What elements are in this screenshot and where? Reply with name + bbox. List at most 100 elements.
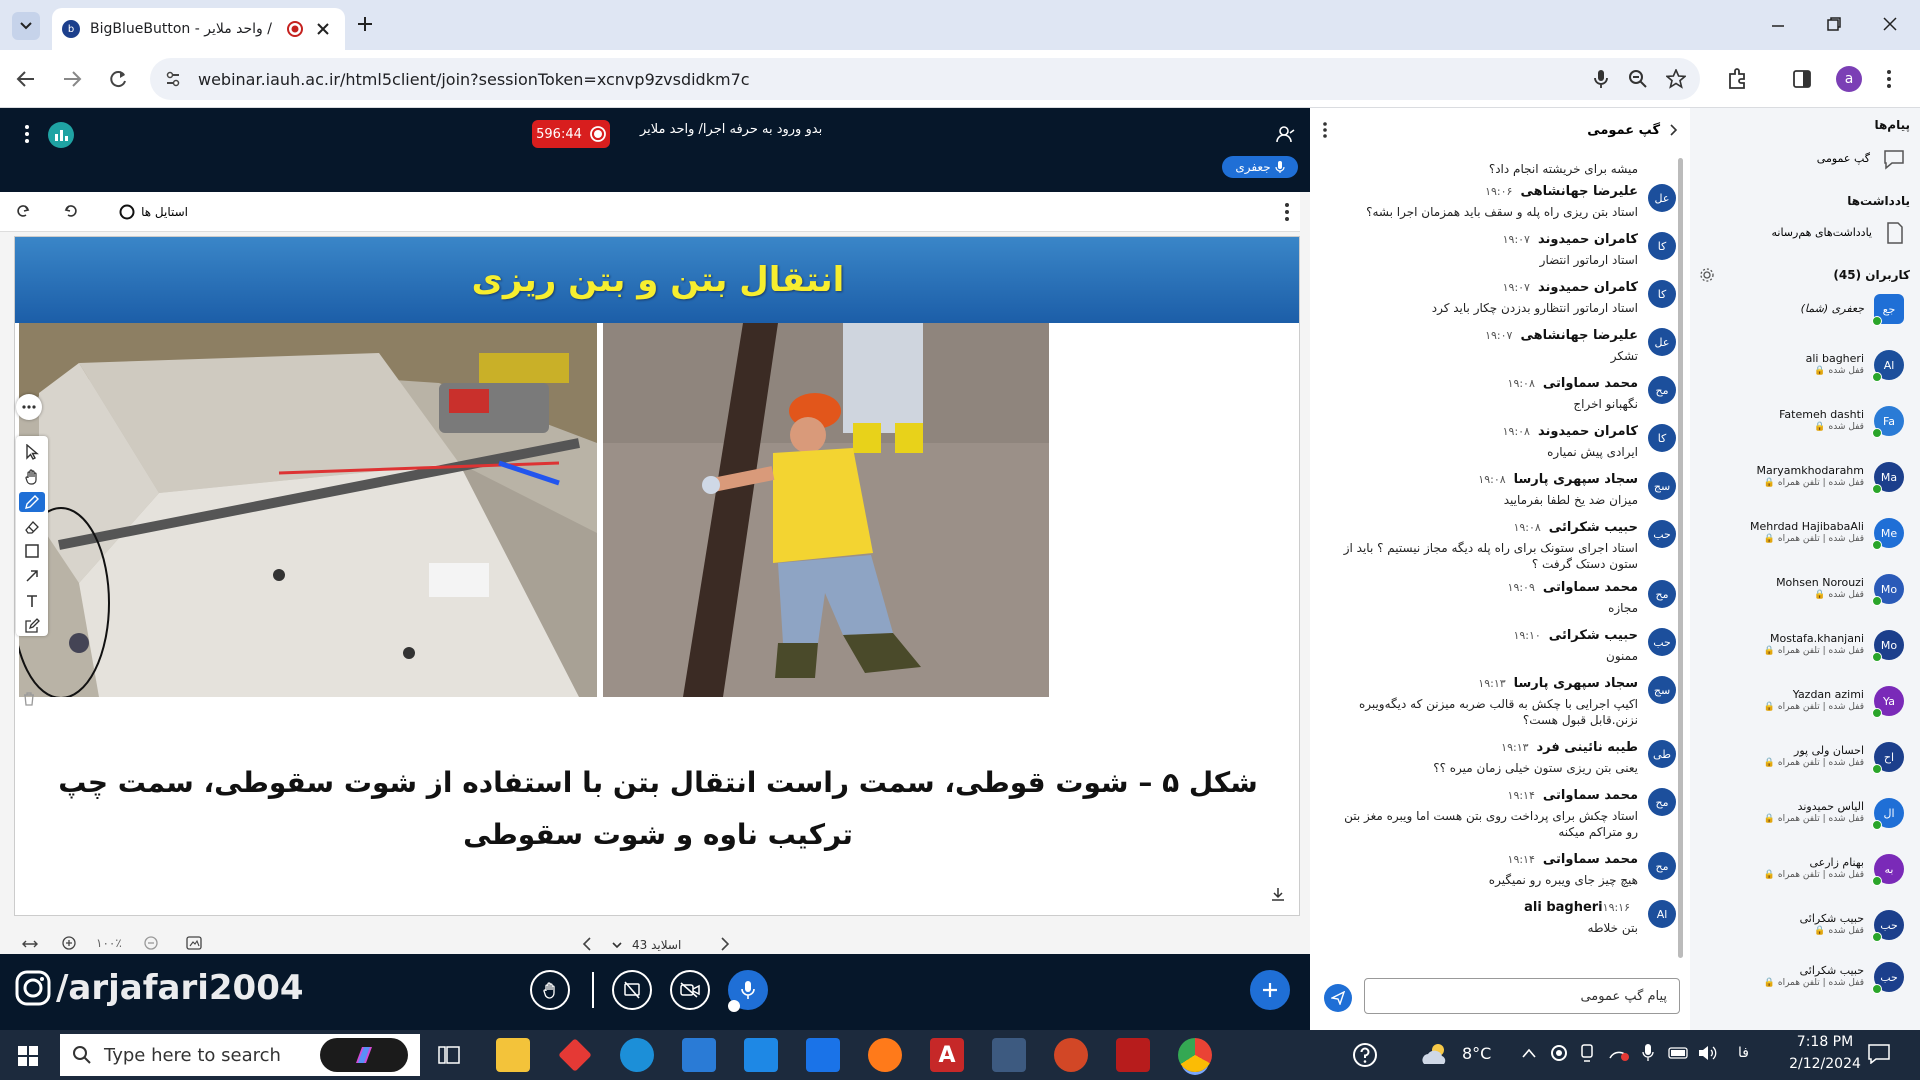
raise-hand-button[interactable] xyxy=(530,970,570,1010)
dropbox-icon[interactable] xyxy=(806,1038,840,1072)
slide[interactable]: انتقال بتن و بتن ریزی شکل ۵ – شوت قوطی، … xyxy=(14,236,1300,916)
reload-icon[interactable] xyxy=(108,69,128,89)
user-list-item[interactable]: Mo Mostafa.khanjani قفل شده | تلفن همراه 🔒 xyxy=(1690,630,1920,676)
user-list-item[interactable]: Ya Yazdan azimi قفل شده | تلفن همراه 🔒 xyxy=(1690,686,1920,732)
firefox-icon[interactable] xyxy=(868,1038,902,1072)
clock-time[interactable]: 7:18 PM xyxy=(1780,1034,1870,1050)
battery-icon[interactable] xyxy=(1668,1047,1690,1059)
bookmark-star-icon[interactable] xyxy=(1666,69,1686,89)
file-explorer-icon[interactable] xyxy=(496,1038,530,1072)
prev-slide-icon[interactable] xyxy=(582,937,592,951)
audio-settings-dot[interactable] xyxy=(728,1000,740,1012)
volume-icon[interactable] xyxy=(1698,1045,1718,1061)
acrobat-icon[interactable] xyxy=(1116,1038,1150,1072)
browser-tab[interactable]: b BigBlueButton - واحد ملایر / xyxy=(52,8,345,50)
extensions-icon[interactable] xyxy=(1726,68,1748,90)
mic-tray-icon[interactable] xyxy=(1642,1044,1654,1062)
zoom-out-icon[interactable] xyxy=(144,936,158,950)
user-list-item[interactable]: به بهنام زارعی قفل شده | تلفن همراه 🔒 xyxy=(1690,854,1920,900)
calculator-icon[interactable] xyxy=(992,1038,1026,1072)
webcam-tray-icon[interactable] xyxy=(1580,1044,1594,1062)
presentation-menu-icon[interactable] xyxy=(1284,202,1290,222)
undo-icon[interactable] xyxy=(64,204,78,218)
edge-icon[interactable] xyxy=(620,1038,654,1072)
copilot-badge[interactable] xyxy=(320,1038,408,1072)
mail-icon[interactable] xyxy=(744,1038,778,1072)
zoom-icon[interactable] xyxy=(1628,69,1648,89)
back-icon[interactable] xyxy=(16,69,36,89)
network-icon[interactable] xyxy=(1608,1044,1630,1062)
analytics-button[interactable] xyxy=(48,122,74,148)
task-view-icon[interactable] xyxy=(438,1044,460,1066)
help-icon[interactable] xyxy=(1352,1042,1378,1068)
snapshot-icon[interactable] xyxy=(186,936,202,950)
minimize-icon[interactable] xyxy=(1770,18,1786,34)
note-tool[interactable] xyxy=(19,615,45,636)
taskbar-search[interactable]: Type here to search xyxy=(60,1034,420,1076)
microphone-icon[interactable] xyxy=(1592,69,1610,89)
delete-icon[interactable] xyxy=(23,692,35,706)
user-list-item[interactable]: Ma Maryamkhodarahm قفل شده | تلفن همراه 🔒 xyxy=(1690,462,1920,508)
redo-icon[interactable] xyxy=(16,204,30,218)
restore-icon[interactable] xyxy=(1826,16,1842,32)
input-language[interactable]: فا xyxy=(1738,1045,1749,1061)
text-tool[interactable] xyxy=(19,591,45,612)
chat-options-icon[interactable] xyxy=(1322,121,1328,139)
arrow-tool[interactable] xyxy=(19,566,45,587)
user-list-item[interactable]: ال الیاس حمیدوند قفل شده | تلفن همراه 🔒 xyxy=(1690,798,1920,844)
more-tools-button[interactable] xyxy=(16,394,42,420)
download-icon[interactable] xyxy=(1271,887,1285,901)
weather-icon[interactable] xyxy=(1420,1040,1450,1068)
slide-selector[interactable]: اسلاید 43 xyxy=(612,935,722,955)
store-icon[interactable] xyxy=(682,1038,716,1072)
user-list-item[interactable]: حب حبیب شکرائی قفل شده 🔒 xyxy=(1690,910,1920,956)
user-list-item[interactable]: Al ali bagheri قفل شده 🔒 xyxy=(1690,350,1920,396)
next-slide-icon[interactable] xyxy=(720,937,730,951)
options-menu-icon[interactable] xyxy=(24,124,30,144)
profile-avatar[interactable]: a xyxy=(1836,66,1862,92)
actions-plus-button[interactable] xyxy=(1250,970,1290,1010)
chrome-icon[interactable] xyxy=(1178,1038,1212,1072)
public-chat-item[interactable]: گپ عمومی xyxy=(1690,144,1920,176)
users-settings-gear-icon[interactable] xyxy=(1700,268,1714,282)
send-message-button[interactable] xyxy=(1324,984,1352,1012)
user-list-item[interactable]: Mo Mohsen Norouzi قفل شده 🔒 xyxy=(1690,574,1920,620)
user-list-item[interactable]: حب حبیب شکرائی قفل شده | تلفن همراه 🔒 xyxy=(1690,962,1920,1008)
user-list-item[interactable]: جع جعفری (شما) xyxy=(1690,294,1920,340)
eraser-tool[interactable] xyxy=(19,516,45,537)
screen-share-button[interactable] xyxy=(612,970,652,1010)
user-list-item[interactable]: Fa Fatemeh dashti قفل شده 🔒 xyxy=(1690,406,1920,452)
user-list-item[interactable]: اح احسان ولی پور قفل شده | تلفن همراه 🔒 xyxy=(1690,742,1920,788)
browser-menu-icon[interactable] xyxy=(1886,69,1892,89)
side-panel-icon[interactable] xyxy=(1792,69,1812,89)
address-bar[interactable]: webinar.iauh.ac.ir/html5client/join?sess… xyxy=(150,58,1700,100)
rectangle-tool[interactable] xyxy=(19,541,45,562)
chat-scrollbar[interactable] xyxy=(1678,158,1683,958)
autocad-icon[interactable]: A xyxy=(930,1038,964,1072)
show-hidden-icons[interactable] xyxy=(1522,1048,1536,1058)
tray-app-icon[interactable] xyxy=(1550,1044,1568,1062)
shared-notes-item[interactable]: یادداشت‌های هم‌رسانه xyxy=(1690,218,1920,250)
chat-input[interactable]: پیام گپ عمومی xyxy=(1364,978,1680,1014)
forward-icon[interactable] xyxy=(62,69,82,89)
tab-list-dropdown[interactable] xyxy=(12,12,40,40)
close-tab-icon[interactable] xyxy=(309,21,335,37)
pencil-tool[interactable] xyxy=(19,491,45,513)
styles-button[interactable]: استایل ها xyxy=(104,198,188,226)
user-list-item[interactable]: Me Mehrdad HajibabaAli قفل شده | تلفن همرا… xyxy=(1690,518,1920,564)
chat-title-button[interactable]: گپ عمومی xyxy=(1587,123,1678,138)
select-tool[interactable] xyxy=(19,442,45,463)
site-info-icon[interactable] xyxy=(164,70,182,88)
notifications-icon[interactable] xyxy=(1868,1044,1890,1064)
zoom-in-icon[interactable] xyxy=(62,936,76,950)
pan-tool[interactable] xyxy=(19,467,45,488)
recording-timer[interactable]: 596:44 xyxy=(532,120,610,148)
powerpoint-icon[interactable] xyxy=(1054,1038,1088,1072)
user-list-toggle-icon[interactable] xyxy=(1276,124,1296,144)
camera-button[interactable] xyxy=(670,970,710,1010)
clock-date[interactable]: 2/12/2024 xyxy=(1780,1056,1870,1072)
fit-width-icon[interactable] xyxy=(22,938,38,950)
red-app-icon[interactable] xyxy=(558,1038,592,1072)
close-window-icon[interactable] xyxy=(1882,16,1898,32)
new-tab-icon[interactable] xyxy=(355,14,375,34)
